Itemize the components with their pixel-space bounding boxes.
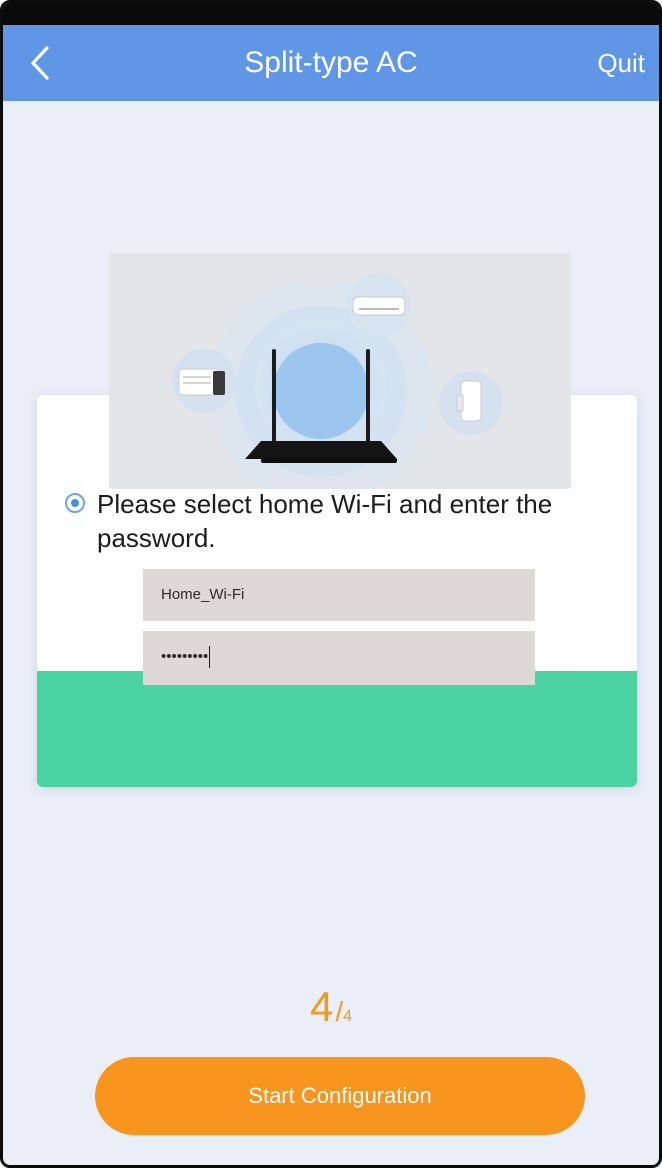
ssid-value: Home_Wi-Fi	[161, 586, 245, 603]
start-configuration-button[interactable]: Start Configuration	[95, 1057, 585, 1135]
step-total: 4	[343, 1008, 353, 1025]
password-value: •••••••••	[161, 648, 209, 665]
air-conditioner-icon	[347, 273, 411, 337]
step-current: 4	[309, 983, 334, 1030]
step-indicator: 4/4	[3, 983, 659, 1031]
text-caret	[209, 646, 211, 669]
network-illustration	[109, 253, 571, 489]
instruction-row: Please select home Wi-Fi and enter the p…	[65, 487, 631, 555]
portable-ac-icon	[439, 371, 503, 435]
illustration-graphic	[172, 273, 503, 489]
back-button[interactable]	[15, 39, 65, 87]
window-ac-icon	[172, 349, 236, 413]
header-bar: Split-type AC Quit	[3, 25, 659, 101]
instruction-text: Please select home Wi-Fi and enter the p…	[97, 489, 553, 553]
card-green-band	[37, 671, 637, 787]
radio-selected-icon	[65, 493, 85, 513]
phone-frame: Split-type AC Quit Please select home Wi…	[0, 0, 662, 1168]
quit-button[interactable]: Quit	[597, 25, 645, 101]
wifi-password-input[interactable]: •••••••••	[143, 631, 535, 685]
step-separator: /	[335, 996, 344, 1027]
page-title: Split-type AC	[244, 46, 418, 79]
wifi-ssid-input[interactable]: Home_Wi-Fi	[143, 569, 535, 621]
status-bar	[3, 3, 659, 25]
chevron-left-icon	[31, 46, 49, 80]
